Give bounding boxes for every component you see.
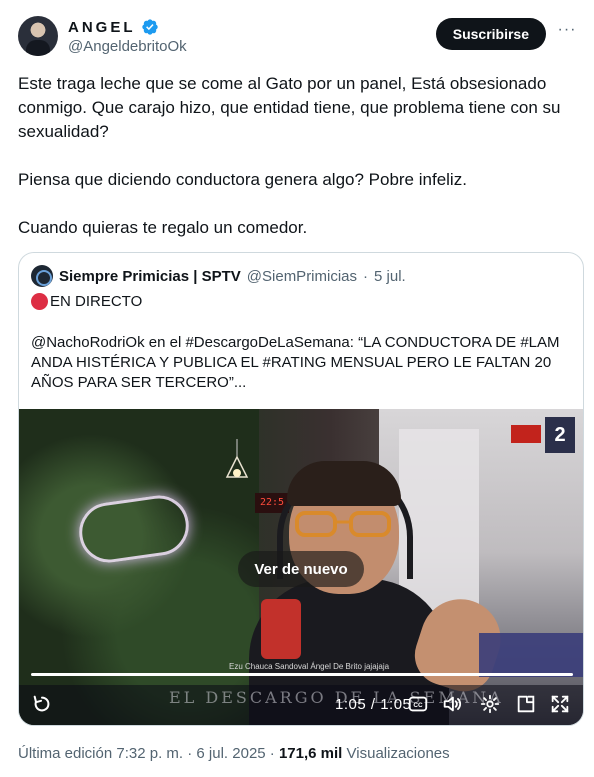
quoted-author-name: Siempre Primicias | SPTV <box>59 267 241 285</box>
tweet-paragraph: Cuando quieras te regalo un comedor. <box>18 218 308 237</box>
verified-badge-icon <box>141 19 158 35</box>
svg-text:CC: CC <box>413 702 423 709</box>
volume-icon[interactable] <box>441 693 463 715</box>
video-lamp <box>225 439 249 478</box>
live-label: EN DIRECTO <box>50 293 143 310</box>
video-person-glasses <box>295 511 391 537</box>
quoted-tweet-date: 5 jul. <box>374 267 406 285</box>
video-donation-panel <box>479 633 583 677</box>
author-handle[interactable]: @AngeldebritoOk <box>68 38 187 55</box>
replay-button[interactable]: Ver de nuevo <box>238 551 364 587</box>
quoted-tweet-text: @NachoRodriOk en el #DescargoDeLaSemana:… <box>31 334 560 391</box>
video-microphone <box>261 599 301 659</box>
svg-text:2: 2 <box>554 424 565 446</box>
fullscreen-icon[interactable] <box>549 693 571 715</box>
separator-dot: · <box>363 267 369 285</box>
subscribe-button[interactable]: Suscribirse <box>435 18 546 50</box>
edit-timestamp[interactable]: Última edición 7:32 p. m. · 6 jul. 2025 … <box>18 745 275 762</box>
video-controls: 1:05 / 1:05 CC <box>19 683 583 725</box>
video-progress-bar[interactable] <box>31 673 573 676</box>
captions-icon[interactable]: CC <box>407 693 429 715</box>
video-player[interactable]: 22:5 2 Ezu Chauca Sandoval Ángel De Brit… <box>19 409 583 725</box>
live-indicator: EN DIRECTO <box>31 293 142 310</box>
video-name-tag: Ezu Chauca Sandoval Ángel De Brito jajaj… <box>229 662 390 671</box>
video-person-hair <box>287 461 401 506</box>
author-name-row: ANGEL <box>68 18 159 36</box>
views-label: Visualizaciones <box>346 745 450 762</box>
video-background-plants <box>19 409 259 725</box>
tweet-paragraph: Piensa que diciendo conductora genera al… <box>18 170 467 189</box>
red-circle-icon <box>31 293 48 310</box>
quoted-author-handle: @SiemPrimicias <box>246 267 358 285</box>
author-avatar[interactable] <box>18 16 58 56</box>
settings-icon[interactable] <box>479 693 501 715</box>
video-time: 1:05 / 1:05 <box>335 696 412 713</box>
quoted-tweet-header: Siempre Primicias | SPTV @SiemPrimicias … <box>31 265 406 287</box>
tweet-header: ANGEL @AngeldebritoOk Suscribirse ··· <box>18 16 578 60</box>
author-display-name[interactable]: ANGEL <box>68 19 136 36</box>
tweet-paragraph: Este traga leche que se come al Gato por… <box>18 74 561 141</box>
tweet-meta: Última edición 7:32 p. m. · 6 jul. 2025 … <box>18 745 450 762</box>
replay-icon[interactable] <box>31 693 53 715</box>
popout-icon[interactable] <box>515 693 537 715</box>
quoted-tweet[interactable]: Siempre Primicias | SPTV @SiemPrimicias … <box>18 252 584 726</box>
channel-logo-icon: 2 <box>511 417 575 453</box>
quoted-author-avatar <box>31 265 53 287</box>
tweet-text: Este traga leche que se come al Gato por… <box>18 72 578 264</box>
views-count: 171,6 mil <box>278 745 343 762</box>
more-options-icon[interactable]: ··· <box>556 22 578 44</box>
